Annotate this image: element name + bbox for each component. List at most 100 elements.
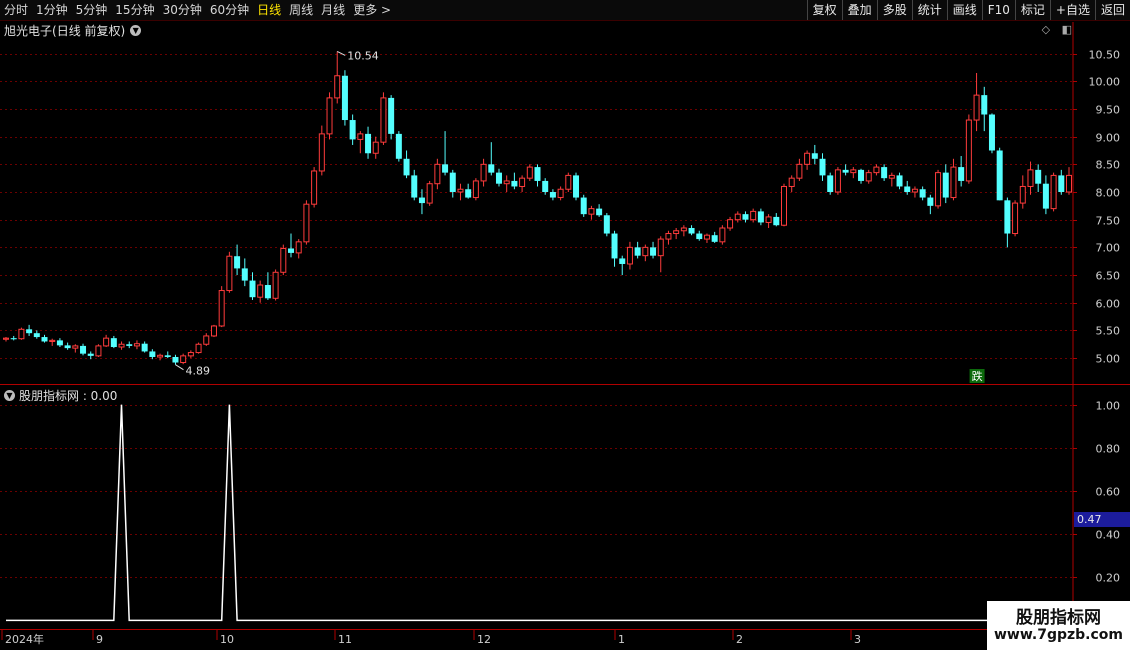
y-tick-label: 10.00	[1089, 76, 1121, 89]
candle-body	[727, 219, 734, 229]
candle	[557, 186, 564, 201]
candle-body	[33, 333, 40, 338]
candle-body	[904, 186, 911, 193]
candle	[272, 269, 279, 301]
y-tick-label: 0.60	[1096, 486, 1121, 499]
candle-body	[665, 233, 672, 240]
indicator-title: 股朋指标网 : 0.00	[19, 388, 118, 403]
candle-body	[819, 158, 826, 176]
candle-body	[881, 167, 888, 179]
candle	[372, 136, 379, 159]
candle-body	[365, 133, 372, 154]
candle-body	[511, 180, 518, 187]
candle	[719, 225, 726, 245]
candle	[95, 344, 102, 357]
candle-body	[973, 94, 980, 121]
candle	[680, 225, 687, 237]
candle	[696, 230, 703, 241]
candle	[549, 189, 556, 201]
candle-body	[1019, 185, 1026, 204]
candle-body	[272, 271, 279, 299]
candle	[41, 334, 48, 343]
candle	[573, 172, 580, 201]
y-tick-label: 8.50	[1096, 159, 1121, 172]
indicator-y-axis: 1.00 0.80 0.60 0.40 0.20 0.47	[1073, 400, 1130, 585]
candle-body	[888, 174, 895, 179]
min-pointer	[175, 364, 184, 371]
candlestick-series	[3, 51, 1072, 365]
candle	[542, 178, 549, 195]
candle-body	[858, 169, 865, 181]
candle	[742, 211, 749, 223]
candle-body	[703, 234, 710, 240]
candle-body	[218, 290, 225, 327]
candle	[465, 183, 472, 199]
candle	[503, 175, 510, 193]
candle-body	[950, 166, 957, 199]
candle	[280, 244, 287, 276]
candle-body	[719, 227, 726, 243]
indicator-series	[6, 404, 1077, 622]
candle	[480, 158, 487, 187]
candle-body	[958, 167, 965, 181]
y-tick-label: 7.00	[1096, 242, 1121, 255]
candle	[172, 354, 179, 365]
chart-area[interactable]: 10.50 10.00 9.50 9.00 8.50 8.00 7.50 7.00 6.50 6.…	[0, 0, 1130, 650]
candle-body	[657, 238, 664, 257]
candle-body	[418, 197, 425, 204]
candle	[711, 231, 718, 243]
candle	[403, 150, 410, 179]
candle-body	[488, 164, 495, 173]
candle-body	[388, 97, 395, 134]
candle	[580, 194, 587, 217]
candle	[665, 230, 672, 245]
candle	[380, 92, 387, 145]
candle	[1058, 169, 1065, 195]
candle-body	[503, 180, 510, 185]
candle-body	[765, 216, 772, 223]
x-tick-label: 11	[338, 633, 352, 646]
y-tick-label: 8.00	[1096, 187, 1121, 200]
candle	[341, 70, 348, 126]
candle-body	[742, 214, 749, 220]
candle-body	[495, 172, 502, 184]
candle-body	[164, 355, 171, 357]
candle	[157, 353, 164, 361]
candle	[418, 189, 425, 215]
candle	[850, 167, 857, 179]
candle-body	[927, 197, 934, 206]
candle	[811, 144, 818, 165]
candle	[349, 114, 356, 145]
y-tick-label: 9.00	[1096, 132, 1121, 145]
max-label: 10.54	[347, 49, 379, 62]
candle	[126, 341, 133, 349]
candle-body	[750, 210, 757, 221]
candle	[911, 186, 918, 198]
candle-body	[873, 166, 880, 174]
candle-body	[534, 167, 541, 181]
candle	[927, 194, 934, 215]
indicator-grid	[0, 405, 1073, 578]
candle	[295, 239, 302, 259]
candle	[426, 180, 433, 206]
candle-body	[981, 95, 988, 115]
candle	[395, 131, 402, 162]
candle-body	[80, 345, 87, 354]
candle	[1035, 164, 1042, 193]
candle	[288, 233, 295, 258]
y-tick-label: 1.00	[1096, 400, 1121, 413]
date-x-axis: 2024年 9 10 11 12 1 2 3	[1, 630, 861, 646]
candle-body	[118, 343, 125, 348]
candle-body	[1004, 200, 1011, 234]
candle-body	[865, 172, 872, 182]
candle-body	[619, 258, 626, 264]
candle	[657, 236, 664, 273]
candle-body	[133, 343, 140, 347]
candle-body	[996, 150, 1003, 201]
candle-body	[449, 172, 456, 193]
candle	[819, 153, 826, 181]
watermark-line2: www.7gpzb.com	[993, 627, 1123, 643]
candle	[1027, 161, 1034, 195]
candle-body	[935, 172, 942, 207]
chevron-down-icon[interactable]: ▼	[4, 389, 15, 401]
